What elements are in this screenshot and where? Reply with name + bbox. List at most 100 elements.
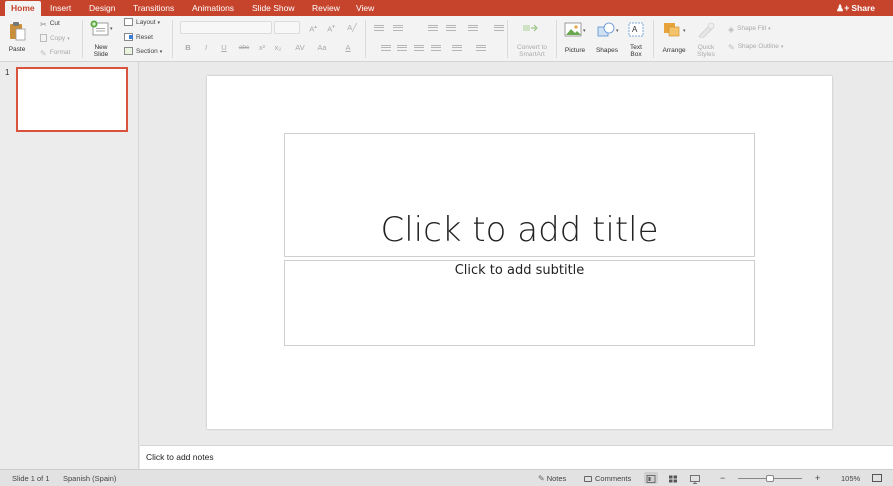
reading-view-icon xyxy=(690,475,700,484)
superscript-icon[interactable]: x² xyxy=(255,42,269,53)
slide-count-status: Slide 1 of 1 xyxy=(12,474,50,483)
chevron-down-icon: ▾ xyxy=(768,26,771,32)
align-center-icon[interactable] xyxy=(397,45,407,53)
quick-styles-label-line1: Quick xyxy=(697,44,715,51)
reset-icon xyxy=(124,33,133,41)
subscript-icon[interactable]: x₂ xyxy=(271,42,285,53)
paint-bucket-icon: ◈ xyxy=(728,25,735,34)
zoom-out-button[interactable]: − xyxy=(720,473,725,484)
chevron-down-icon: ▾ xyxy=(159,49,163,55)
justify-icon[interactable] xyxy=(431,45,441,53)
layout-button[interactable]: Layout ▾ xyxy=(124,18,160,28)
comments-toggle-button[interactable]: Comments xyxy=(584,473,631,484)
slide-canvas[interactable]: Click to add title Click to add subtitle xyxy=(207,76,832,429)
shapes-icon xyxy=(597,22,615,37)
arrange-label: Arrange xyxy=(662,47,686,54)
tab-design[interactable]: Design xyxy=(83,2,121,16)
tab-review[interactable]: Review xyxy=(306,2,346,16)
reset-button[interactable]: Reset xyxy=(124,33,153,42)
shape-outline-button[interactable]: ✎ Shape Outline ▾ xyxy=(728,42,783,52)
underline-button[interactable]: U xyxy=(217,42,231,53)
shape-fill-button[interactable]: ◈ Shape Fill ▾ xyxy=(728,24,771,34)
font-name-dropdown[interactable] xyxy=(180,21,272,34)
fit-to-window-icon[interactable] xyxy=(872,474,882,482)
title-placeholder[interactable]: Click to add title xyxy=(284,133,755,257)
align-left-icon[interactable] xyxy=(381,45,391,53)
picture-button[interactable]: ▾ Picture xyxy=(561,20,589,58)
text-box-button[interactable]: A Text Box xyxy=(625,20,647,58)
picture-icon xyxy=(564,22,582,37)
comment-icon xyxy=(584,476,592,482)
notes-toggle-button[interactable]: ✎ Notes xyxy=(538,473,566,484)
increase-font-size-button[interactable]: A▴ xyxy=(305,22,321,34)
quick-styles-button[interactable]: Quick Styles xyxy=(693,20,719,58)
subtitle-placeholder[interactable]: Click to add subtitle xyxy=(284,260,755,346)
separator xyxy=(82,20,83,58)
section-button[interactable]: Section ▾ xyxy=(124,47,162,57)
smartart-icon xyxy=(523,24,538,32)
paste-button[interactable]: Paste xyxy=(4,20,30,58)
tab-slide-show[interactable]: Slide Show xyxy=(246,2,301,16)
svg-text:A: A xyxy=(632,25,638,34)
arrange-button[interactable]: ▾ Arrange xyxy=(658,20,690,58)
text-direction-icon[interactable] xyxy=(452,45,462,53)
tab-view[interactable]: View xyxy=(350,2,380,16)
ribbon: Paste ✂ Cut Copy ▾ ✎ Format ▾ New Slide Lay… xyxy=(0,16,893,62)
chevron-down-icon: ▾ xyxy=(67,36,70,42)
bullets-icon[interactable] xyxy=(374,25,384,33)
language-status[interactable]: Spanish (Spain) xyxy=(63,473,116,484)
numbering-icon[interactable] xyxy=(393,25,403,33)
decrease-indent-icon[interactable] xyxy=(428,25,438,33)
zoom-slider-handle[interactable] xyxy=(766,475,774,482)
ribbon-tab-bar: Home Insert Design Transitions Animation… xyxy=(0,0,893,16)
notes-icon: ✎ xyxy=(538,474,545,483)
format-painter-button[interactable]: ✎ Format xyxy=(40,48,70,58)
font-color-icon[interactable]: A xyxy=(339,42,357,53)
new-slide-button[interactable]: ▾ New Slide xyxy=(88,20,116,58)
bold-button[interactable]: B xyxy=(181,42,195,53)
shapes-button[interactable]: ▾ Shapes xyxy=(593,20,621,58)
tab-transitions[interactable]: Transitions xyxy=(127,2,180,16)
paintbrush-icon: ✎ xyxy=(40,49,47,58)
convert-smartart-button[interactable]: Convert to SmartArt xyxy=(512,20,552,58)
slide-thumbnail[interactable] xyxy=(16,67,128,132)
clear-formatting-icon[interactable]: A╱ xyxy=(345,22,359,33)
zoom-level[interactable]: 105% xyxy=(841,473,860,484)
zoom-in-button[interactable]: + xyxy=(815,473,820,484)
chevron-down-icon: ▾ xyxy=(110,26,113,32)
chevron-down-icon: ▾ xyxy=(616,28,619,34)
new-slide-label-line1: New xyxy=(94,44,108,51)
slide-thumbnail-pane: 1 xyxy=(0,62,139,469)
cut-button[interactable]: ✂ Cut xyxy=(40,19,60,29)
quick-styles-label-line2: Styles xyxy=(697,51,715,58)
tab-insert[interactable]: Insert xyxy=(44,2,77,16)
copy-icon xyxy=(40,34,47,42)
align-text-icon[interactable] xyxy=(476,45,486,53)
tab-animations[interactable]: Animations xyxy=(186,2,240,16)
change-case-icon[interactable]: Aa xyxy=(313,42,331,53)
text-box-icon: A xyxy=(628,22,644,37)
separator xyxy=(556,20,557,58)
copy-button[interactable]: Copy ▾ xyxy=(40,34,70,44)
strikethrough-button[interactable]: abc xyxy=(235,42,253,53)
share-button[interactable]: ♟+ Share xyxy=(836,2,875,15)
character-spacing-icon[interactable]: AV xyxy=(291,42,309,53)
chevron-down-icon: ▾ xyxy=(780,44,784,50)
notes-pane[interactable]: Click to add notes xyxy=(140,445,893,469)
new-slide-icon xyxy=(90,20,109,36)
person-add-icon: ♟+ xyxy=(836,3,850,13)
slide-sorter-icon xyxy=(669,475,677,483)
align-right-icon[interactable] xyxy=(414,45,424,53)
reading-view-button[interactable] xyxy=(688,472,702,484)
tab-home[interactable]: Home xyxy=(5,1,41,16)
italic-button[interactable]: I xyxy=(199,42,213,53)
increase-indent-icon[interactable] xyxy=(446,25,456,33)
slide-number: 1 xyxy=(5,68,10,77)
slide-sorter-view-button[interactable] xyxy=(666,472,680,484)
normal-view-button[interactable] xyxy=(644,472,658,484)
line-spacing-icon[interactable] xyxy=(468,25,478,33)
font-size-dropdown[interactable] xyxy=(274,21,300,34)
decrease-font-size-button[interactable]: A▾ xyxy=(323,22,339,34)
convert-smartart-label-line2: SmartArt xyxy=(519,51,545,58)
columns-icon[interactable] xyxy=(494,25,504,33)
